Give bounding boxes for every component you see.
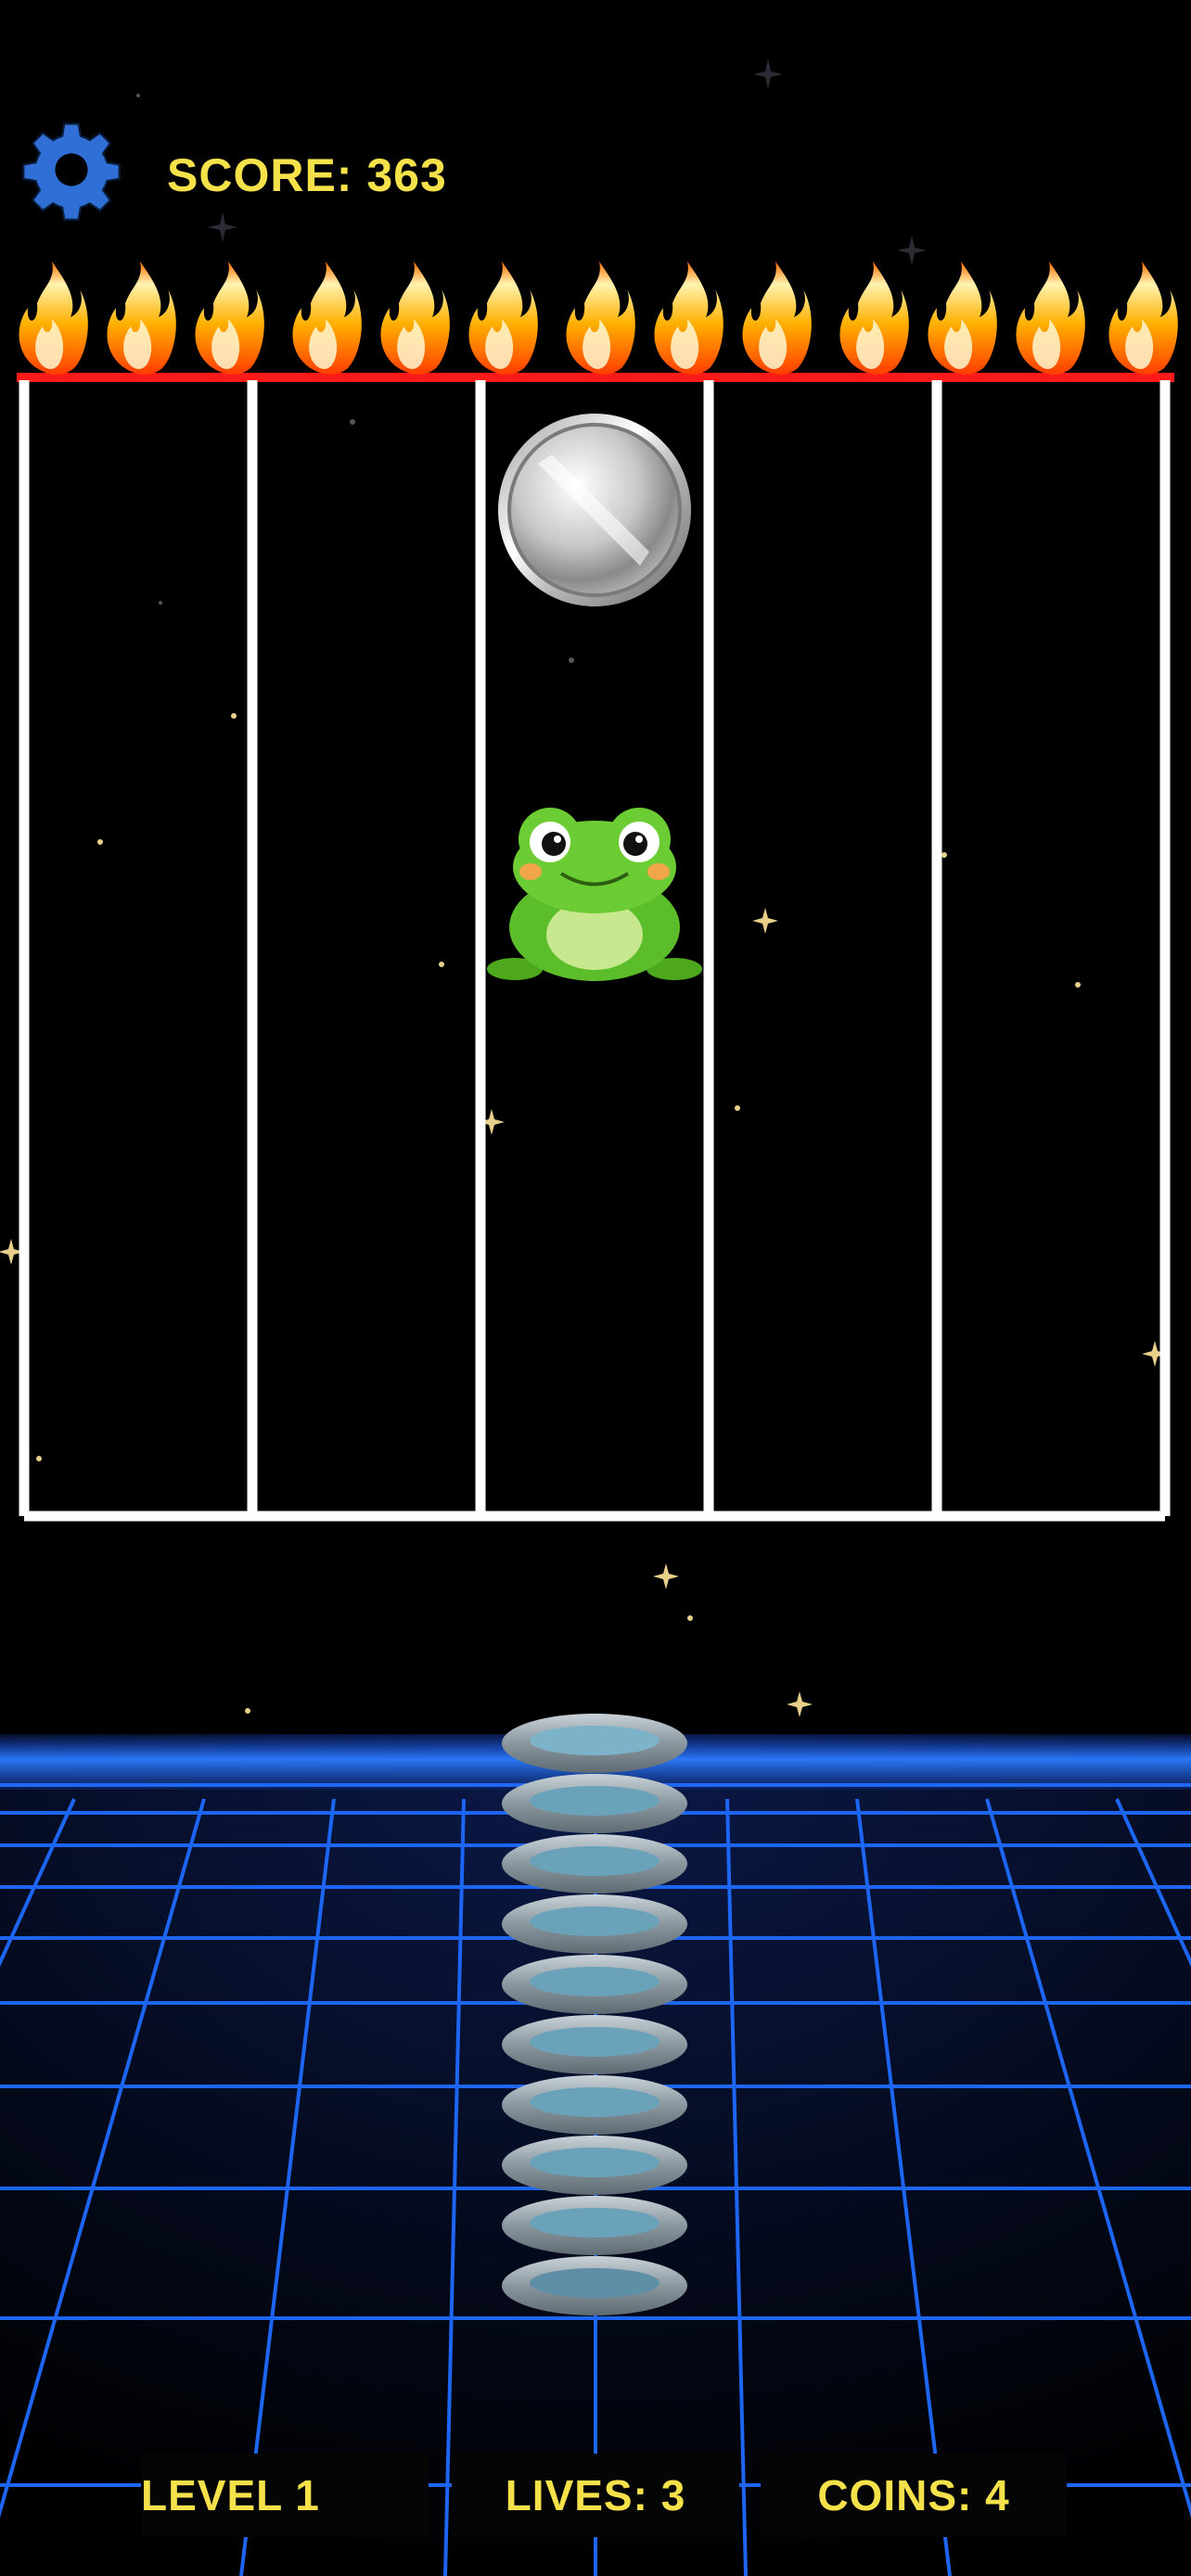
gear-icon[interactable]: [20, 119, 122, 221]
silver-coin: [498, 414, 691, 606]
game-canvas: [0, 59, 1191, 2576]
score-label: SCORE: 363: [167, 149, 447, 201]
lives-label: LIVES: 3: [452, 2454, 739, 2537]
fire-row: [17, 261, 1178, 382]
coins-label: COINS: 4: [761, 2454, 1067, 2537]
frog-player: [487, 808, 702, 981]
level-label: LEVEL 1: [141, 2454, 429, 2537]
